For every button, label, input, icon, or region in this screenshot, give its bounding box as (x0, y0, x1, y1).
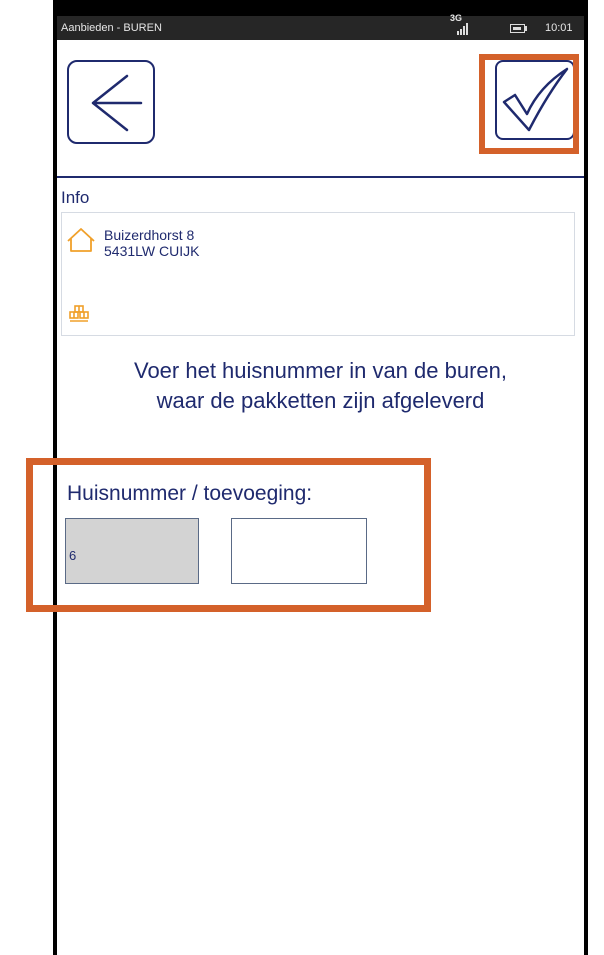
status-bar: Aanbieden - BUREN 3G 10:01 (57, 13, 584, 40)
house-number-label: Huisnummer / toevoeging: (67, 482, 313, 505)
back-button[interactable] (67, 60, 155, 144)
instruction-line-1: Voer het huisnummer in van de buren, (133, 358, 507, 383)
battery-tip (525, 26, 527, 31)
parcels-icon (69, 305, 89, 322)
signal-icon (457, 23, 471, 35)
battery-icon (510, 24, 525, 33)
confirm-highlight-box (479, 54, 579, 154)
info-heading: Info (61, 188, 90, 207)
addition-field[interactable] (231, 518, 367, 584)
status-time: 10:01 (545, 22, 573, 34)
arrow-left-icon (91, 74, 143, 132)
status-title: Aanbieden - BUREN (61, 22, 162, 34)
device-frame-top (53, 0, 588, 16)
house-icon (67, 228, 95, 252)
device-frame-right (584, 0, 588, 955)
address-street: Buizerdhorst 8 (104, 227, 195, 243)
instruction-line-2: waar de pakketten zijn afgeleverd (156, 388, 485, 413)
instruction-text: Voer het huisnummer in van de buren, waa… (57, 356, 584, 416)
app-screen: Aanbieden - BUREN 3G 10:01 Info Buizerdh… (26, 13, 584, 955)
house-number-field[interactable]: 6 (65, 518, 199, 584)
address-card: Buizerdhorst 8 5431LW CUIJK (61, 212, 575, 336)
network-type: 3G (450, 13, 463, 23)
header-divider (57, 176, 584, 178)
address-postcode-city: 5431LW CUIJK (104, 243, 200, 259)
